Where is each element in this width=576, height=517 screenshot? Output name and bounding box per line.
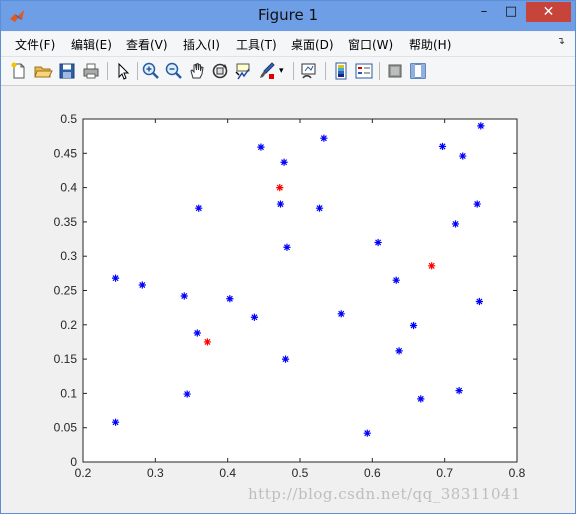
- y-tick-label: 0.45: [54, 146, 78, 160]
- blue-data-point: [455, 387, 463, 395]
- blue-data-point: [138, 281, 146, 289]
- x-tick-label: 0.3: [147, 466, 164, 480]
- blue-data-point: [438, 142, 447, 151]
- blue-data-point: [417, 395, 425, 403]
- scatter-plot[interactable]: 0.2 0.3 0.4 0.5 0.6 0.7 0.8 0 0.05 0.1 0.15 0.2 0.25…: [1, 86, 575, 513]
- colorbar-icon[interactable]: [331, 61, 351, 81]
- y-tick-label: 0: [70, 455, 77, 469]
- x-tick-label: 0.8: [509, 466, 526, 480]
- menu-edit[interactable]: 编辑(E): [71, 36, 112, 53]
- pointer-icon[interactable]: [113, 61, 133, 81]
- toolbar-separator: [107, 62, 108, 80]
- zoom-out-icon[interactable]: [164, 61, 184, 81]
- toolbar-separator: [379, 62, 380, 80]
- blue-data-point: [337, 310, 345, 318]
- red-data-point: [203, 338, 212, 346]
- menu-window[interactable]: 窗口(W): [348, 36, 393, 53]
- red-data-point: [428, 262, 436, 270]
- y-tick-label: 0.1: [60, 386, 77, 400]
- menu-tools[interactable]: 工具(T): [236, 36, 277, 53]
- blue-data-point: [281, 355, 290, 363]
- brush-icon[interactable]: [257, 61, 277, 81]
- open-file-icon[interactable]: [33, 61, 53, 81]
- watermark-text: http://blog.csdn.net/qq_38311041: [248, 485, 522, 503]
- link-plot-icon[interactable]: [299, 61, 319, 81]
- maximize-button[interactable]: □: [498, 2, 524, 22]
- toolbar-separator: [293, 62, 294, 80]
- blue-data-point: [477, 122, 485, 130]
- blue-data-point: [475, 297, 483, 306]
- close-button[interactable]: ✕: [526, 2, 571, 22]
- blue-data-point: [226, 295, 234, 303]
- legend-icon[interactable]: [354, 61, 374, 81]
- blue-data-point: [374, 238, 382, 247]
- blue-data-point: [315, 204, 324, 212]
- blue-data-point: [395, 347, 403, 355]
- menu-help[interactable]: 帮助(H): [409, 36, 451, 53]
- x-tick-label: 0.4: [219, 466, 236, 480]
- x-tick-label: 0.7: [436, 466, 453, 480]
- blue-data-point: [183, 390, 191, 398]
- y-tick-label: 0.05: [54, 421, 78, 435]
- blue-data-point: [111, 418, 120, 426]
- figure-canvas: 0.2 0.3 0.4 0.5 0.6 0.7 0.8 0 0.05 0.1 0.15 0.2 0.25…: [1, 86, 575, 513]
- toolbar-separator: [325, 62, 326, 80]
- y-tick-label: 0.4: [60, 181, 77, 195]
- blue-data-point: [280, 158, 288, 166]
- pan-hand-icon[interactable]: [187, 61, 207, 81]
- toolbar-separator: [137, 62, 138, 80]
- save-icon[interactable]: [57, 61, 77, 81]
- rotate-3d-icon[interactable]: [210, 61, 230, 81]
- figure-window: Figure 1 – □ ✕ 文件(F) 编辑(E) 查看(V) 插入(I) 工…: [0, 0, 576, 514]
- y-tick-label: 0.15: [54, 352, 78, 366]
- red-data-point: [276, 184, 284, 192]
- blue-data-point: [276, 200, 285, 208]
- blue-data-point: [193, 329, 201, 337]
- hide-plot-tools-icon[interactable]: [385, 61, 405, 81]
- menu-bar: 文件(F) 编辑(E) 查看(V) 插入(I) 工具(T) 桌面(D) 窗口(W…: [1, 32, 575, 57]
- blue-data-point: [111, 274, 120, 282]
- blue-data-point: [250, 313, 259, 321]
- blue-data-point: [320, 134, 328, 142]
- blue-data-point: [451, 220, 460, 228]
- data-cursor-icon[interactable]: [233, 61, 253, 81]
- brush-dropdown-icon[interactable]: ▾: [279, 61, 287, 81]
- axes-frame: [82, 118, 518, 463]
- menu-desktop[interactable]: 桌面(D): [291, 36, 334, 53]
- blue-data-point: [473, 200, 481, 208]
- blue-data-point: [257, 143, 265, 151]
- menu-view[interactable]: 查看(V): [126, 36, 168, 53]
- x-tick-label: 0.2: [75, 466, 92, 480]
- menu-file[interactable]: 文件(F): [15, 36, 55, 53]
- figure-toolbar: ▾: [1, 57, 575, 86]
- y-tick-label: 0.35: [54, 215, 78, 229]
- y-tick-label: 0.2: [60, 318, 77, 332]
- title-bar[interactable]: Figure 1 – □ ✕: [1, 1, 575, 31]
- blue-data-point: [180, 292, 188, 300]
- y-tick-label: 0.3: [60, 249, 77, 263]
- x-tick-label: 0.5: [292, 466, 309, 480]
- minimize-button[interactable]: –: [471, 2, 497, 22]
- zoom-in-icon[interactable]: [141, 61, 161, 81]
- show-plot-tools-icon[interactable]: [408, 61, 428, 81]
- y-tick-label: 0.5: [60, 112, 77, 126]
- print-icon[interactable]: [81, 61, 101, 81]
- x-tick-label: 0.6: [364, 466, 381, 480]
- blue-data-point: [363, 429, 371, 437]
- menu-overflow-icon[interactable]: ↴: [557, 36, 565, 47]
- blue-data-point: [409, 321, 418, 330]
- y-tick-label: 0.25: [54, 284, 78, 298]
- blue-data-point: [392, 276, 400, 284]
- blue-data-point: [459, 152, 467, 160]
- blue-data-point: [283, 243, 291, 251]
- menu-insert[interactable]: 插入(I): [183, 36, 220, 53]
- blue-data-point: [195, 204, 203, 212]
- new-figure-icon[interactable]: [9, 61, 29, 81]
